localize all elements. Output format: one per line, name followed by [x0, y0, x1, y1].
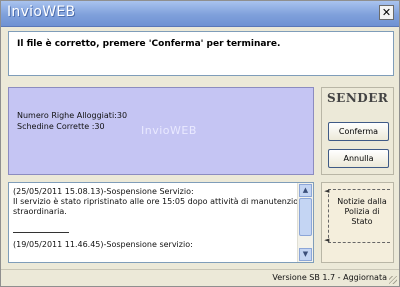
close-button[interactable]: ✕ — [379, 5, 394, 20]
scroll-up-icon[interactable]: ▲ — [299, 184, 312, 197]
watermark-text: InvioWEB — [141, 124, 197, 137]
police-news-button[interactable]: ◄ ◄ Notizie dalla Polizia di Stato — [321, 182, 394, 263]
log-entry-body: straordinaria. — [13, 207, 67, 216]
confirm-button[interactable]: Conferma — [328, 122, 389, 141]
message-panel: Il file è corretto, premere 'Conferma' p… — [8, 31, 394, 76]
sender-panel: SENDER Conferma Annulla — [321, 87, 394, 175]
resize-grip-icon[interactable] — [389, 276, 397, 284]
news-log[interactable]: (25/05/2011 15.08.13)-Sospensione Serviz… — [8, 182, 314, 263]
log-scrollbar[interactable]: ▲ ▼ — [297, 183, 313, 262]
cancel-button[interactable]: Annulla — [328, 149, 389, 168]
status-bar: Versione SB 1.7 - Aggiornata — [1, 269, 399, 286]
news-label-line: Polizia di Stato — [344, 207, 380, 226]
log-entry-header: (25/05/2011 15.08.13)-Sospensione Serviz… — [13, 187, 194, 196]
scroll-down-icon[interactable]: ▼ — [299, 248, 312, 261]
sender-logo: SENDER — [327, 91, 389, 105]
scroll-thumb[interactable] — [299, 198, 312, 236]
correct-records-label: Schedine Corrette :30 — [17, 122, 105, 131]
chevron-left-icon: ◄ — [324, 236, 330, 244]
close-icon: ✕ — [381, 6, 392, 19]
title-bar: InvioWEB ✕ — [1, 1, 399, 27]
log-entry-body: Il servizio è stato ripristinato alle or… — [13, 197, 309, 206]
window-title: InvioWEB — [7, 4, 76, 20]
news-label: Notizie dalla Polizia di Stato — [333, 197, 391, 227]
version-status: Versione SB 1.7 - Aggiornata — [272, 273, 387, 282]
info-panel: Numero Righe Alloggiati:30 Schedine Corr… — [8, 87, 314, 175]
news-label-line: Notizie dalla — [337, 197, 387, 206]
log-entry-header: (19/05/2011 11.46.45)-Sospensione serviz… — [13, 240, 193, 249]
chevron-left-icon: ◄ — [324, 187, 330, 195]
rows-count-label: Numero Righe Alloggiati:30 — [17, 111, 128, 120]
log-separator — [13, 232, 69, 233]
app-window: InvioWEB ✕ Il file è corretto, premere '… — [0, 0, 400, 287]
status-message: Il file è corretto, premere 'Conferma' p… — [17, 39, 281, 49]
